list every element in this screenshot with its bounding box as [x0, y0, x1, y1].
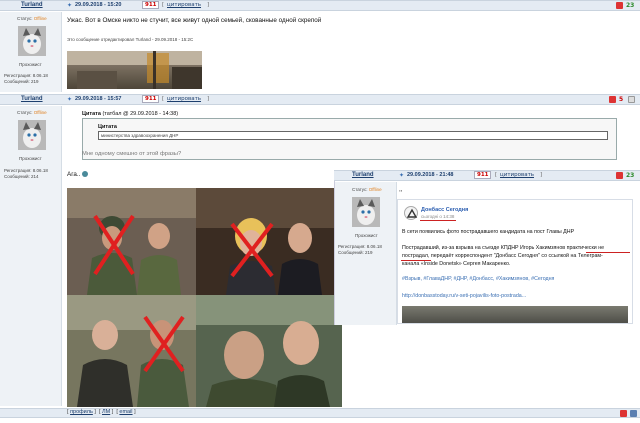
edited-note: Это сообщение отредактировал Turland - 2… [67, 37, 194, 42]
post-dots: ,, [399, 186, 403, 193]
card-line-1: В сети появились фото пострадавшего канд… [402, 229, 575, 235]
report-icon[interactable] [620, 410, 627, 417]
post-link-icon[interactable]: ✦ [67, 96, 72, 103]
card-tags[interactable]: #Взрыв, #ГлаваДНР, #ДНР, #Донбасс, #Хаки… [402, 276, 554, 282]
quote-bracket: [ [495, 172, 498, 178]
post-number[interactable]: 911 [142, 95, 160, 103]
smiley-icon [82, 171, 89, 178]
vote-down-icon[interactable] [616, 2, 623, 9]
post-score: 5 [619, 96, 624, 103]
pm-link[interactable]: ЛМ [102, 409, 110, 415]
quote-title: Цитата (татбал @ 29.09.2018 - 14:38) [82, 111, 179, 117]
vote-down-icon[interactable] [616, 172, 623, 179]
quote-button[interactable]: цитировать [500, 172, 534, 178]
quote-bracket: ] [540, 172, 543, 178]
post-datetime: 29.09.2018 - 15:20 [75, 2, 122, 8]
vote-down-icon[interactable] [609, 96, 616, 103]
profile-link[interactable]: профиль [70, 409, 93, 415]
user-rank: Прохожист [355, 233, 378, 238]
post-datetime: 29.09.2018 - 21:48 [407, 172, 454, 178]
status-label: Статус: Offline [17, 16, 47, 21]
collage-photo-3[interactable] [67, 295, 196, 407]
inner-quote-text: министерства здравоохранения ДНР [101, 133, 179, 138]
card-image-preview[interactable] [402, 306, 628, 323]
user-rank: Прохожист [19, 62, 42, 67]
post-image[interactable] [67, 51, 202, 89]
card-line-2: Пострадавший, из-за взрыва на съезде КПД… [402, 245, 605, 251]
inner-quote-title: Цитата [98, 124, 117, 130]
post-author-link[interactable]: Turland [352, 172, 374, 178]
msg-count: Сообщений: 219 [338, 250, 373, 255]
post-time: сьогодні о 14:38 [421, 214, 455, 219]
post-text: Ужас. Вот в Омске никто не стучит, все ж… [67, 17, 322, 24]
post-author-link[interactable]: Turland [21, 2, 43, 8]
quote-bracket: [ [162, 96, 165, 102]
post-link-icon[interactable]: ✦ [67, 2, 72, 9]
collage-photo-2[interactable] [196, 188, 342, 295]
post-link-icon[interactable]: ✦ [399, 172, 404, 179]
user-avatar[interactable] [18, 26, 46, 56]
msg-count: Сообщений: 219 [4, 79, 39, 84]
msg-count: Сообщений: 214 [4, 174, 39, 179]
vote-up-icon[interactable] [628, 96, 635, 103]
collage-photo-1[interactable] [67, 188, 196, 295]
post-score: 23 [626, 172, 635, 179]
collage-photo-4[interactable] [196, 295, 342, 407]
quote-bracket: ] [207, 96, 210, 102]
post-number[interactable]: 911 [142, 1, 160, 9]
email-link[interactable]: email [119, 409, 132, 415]
channel-name[interactable]: Донбасс Сегодня [421, 207, 468, 213]
underline-mark [420, 220, 456, 221]
status-label: Статус: Offline [17, 110, 47, 115]
user-sidebar [0, 106, 62, 406]
post-question: Мне одному смешно от этой фразы? [82, 151, 182, 157]
post-aga-text: Ага.. [67, 171, 89, 178]
quote-button[interactable]: цитировать [167, 2, 201, 8]
post-author-link[interactable]: Turland [21, 96, 43, 102]
footer-links: [ профиль ] [ ЛМ ] [ email ] [67, 409, 136, 415]
channel-logo-icon [404, 206, 418, 220]
card-line-4: канала «Inside Donetsk» Сергея Макаренко… [402, 261, 511, 267]
user-rank: Прохожист [19, 156, 42, 161]
user-avatar[interactable] [18, 120, 46, 150]
reg-date: Регистрация: 8.06.18 [338, 244, 382, 249]
post-score: 23 [626, 2, 635, 9]
quote-button[interactable]: цитировать [167, 96, 201, 102]
reg-date: Регистрация: 8.06.18 [4, 168, 48, 173]
user-avatar[interactable] [352, 197, 380, 227]
reg-date: Регистрация: 8.06.18 [4, 73, 48, 78]
quote-bracket: ] [207, 2, 210, 8]
up-arrow-icon[interactable] [630, 410, 637, 417]
post-datetime: 29.09.2018 - 15:57 [75, 96, 122, 102]
card-line-3: пострадал, передаёт корреспондент "Донба… [402, 253, 603, 259]
quote-bracket: [ [162, 2, 165, 8]
card-link[interactable]: http://donbasstoday.ru/v-seti-pojavilis-… [402, 293, 526, 299]
status-label: Статус: Offline [352, 187, 382, 192]
post-number[interactable]: 911 [474, 171, 492, 179]
